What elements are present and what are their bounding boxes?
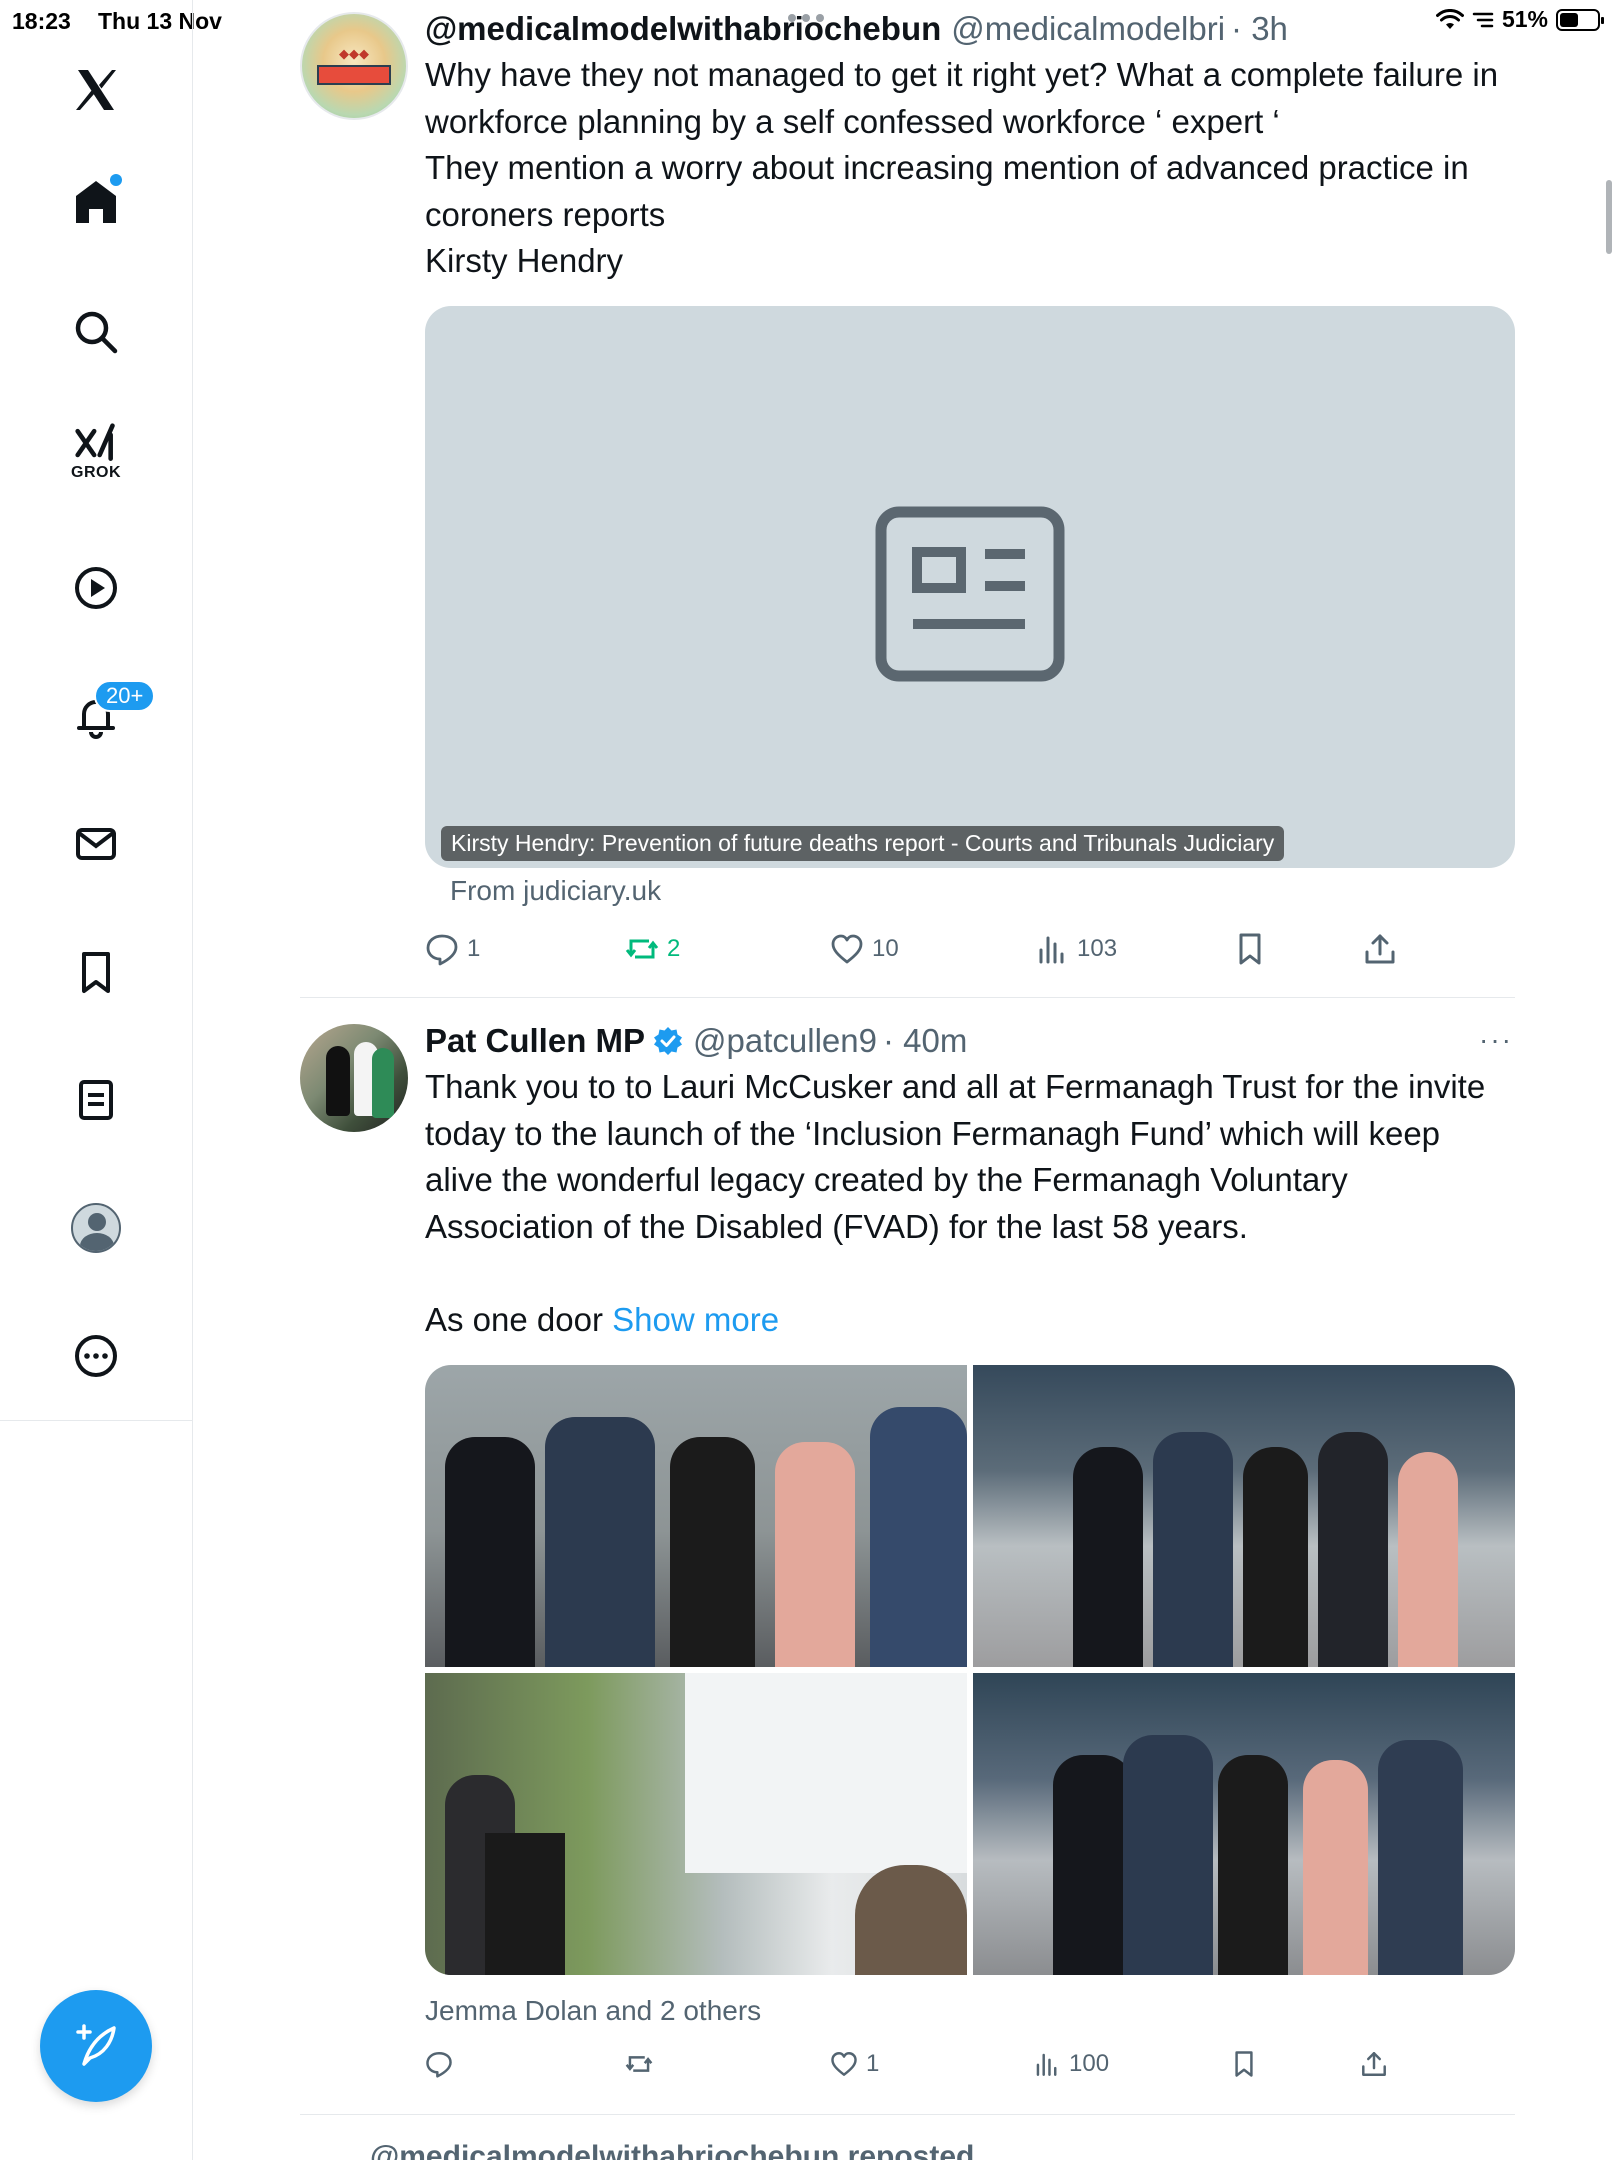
article-icon (875, 506, 1065, 682)
reply-count: 1 (467, 935, 481, 962)
views-chart-icon (1039, 936, 1064, 964)
author-avatar[interactable] (300, 1024, 408, 1132)
nav-messages[interactable] (56, 804, 136, 884)
view-count: 103 (1077, 935, 1118, 962)
bookmark-icon (82, 952, 110, 993)
heart-icon (831, 2052, 857, 2076)
mail-icon (76, 828, 116, 860)
photo-3[interactable] (425, 1673, 967, 1975)
views-button[interactable]: 103 (1035, 932, 1117, 966)
tweet-time[interactable]: · 40m (883, 1022, 967, 1060)
link-card[interactable]: Kirsty Hendry: Prevention of future deat… (425, 306, 1515, 868)
nav-video[interactable] (56, 548, 136, 628)
profile-avatar (71, 1203, 121, 1253)
sidebar-nav: GROK 20+ (0, 0, 193, 2160)
nav-home[interactable] (56, 162, 136, 242)
reply-button[interactable] (425, 2050, 461, 2078)
sidebar-divider (0, 1420, 193, 1421)
more-circle-icon (75, 1335, 117, 1377)
views-button[interactable]: 100 (1033, 2050, 1109, 2078)
share-icon (1362, 2052, 1386, 2076)
avatar-artwork: ◆◆◆ (339, 46, 369, 62)
bookmark-icon (1235, 2051, 1253, 2077)
nav-bookmarks[interactable] (56, 932, 136, 1012)
link-card-title: Kirsty Hendry: Prevention of future deat… (441, 826, 1285, 861)
photo-grid (425, 1365, 1515, 1975)
tweet-body: @medicalmodelwithabriochebun @medicalmod… (425, 6, 1515, 285)
list-icon (79, 1080, 113, 1120)
repost-icon (625, 2056, 653, 2072)
reply-icon (426, 934, 458, 966)
battery-icon (1556, 8, 1604, 31)
repost-count: 2 (667, 935, 681, 962)
like-count: 1 (866, 2050, 880, 2077)
battery-fill (1560, 12, 1579, 27)
tweet[interactable]: Pat Cullen MP @patcullen9 · 40m ··· Than… (300, 1000, 1515, 2115)
reply-icon (426, 2052, 452, 2078)
view-count: 100 (1069, 2050, 1110, 2077)
repost-button[interactable] (625, 2050, 661, 2078)
bookmark-button[interactable] (1233, 932, 1267, 966)
like-button[interactable]: 10 (830, 932, 899, 966)
views-chart-icon (1036, 2053, 1057, 2076)
feather-plus-icon (76, 2024, 116, 2066)
like-button[interactable]: 1 (830, 2050, 879, 2078)
like-count: 10 (872, 935, 899, 962)
nav-grok[interactable]: GROK (56, 412, 136, 492)
nav-profile[interactable] (56, 1188, 136, 1268)
tweet-actions: 1 100 (425, 2050, 1425, 2090)
bookmark-icon (1239, 933, 1261, 965)
more-options-icon[interactable]: ··· (1479, 1024, 1513, 1056)
tweet[interactable]: ◆◆◆ @medicalmodelwithabriochebun @medica… (300, 0, 1515, 998)
reply-button[interactable]: 1 (425, 932, 480, 966)
tweet-body: Pat Cullen MP @patcullen9 · 40m ··· Than… (425, 1018, 1515, 1343)
liked-by-text[interactable]: Jemma Dolan and 2 others (425, 1995, 761, 2027)
photo-2[interactable] (973, 1365, 1515, 1667)
share-icon (1365, 934, 1395, 964)
nav-more[interactable] (56, 1316, 136, 1396)
home-unread-dot (110, 174, 122, 186)
verified-badge-icon (654, 1027, 683, 1055)
nav-explore[interactable] (56, 292, 136, 372)
reposted-by-text[interactable]: @medicalmodelwithabriochebun reposted (370, 2140, 974, 2160)
tweet-header: Pat Cullen MP @patcullen9 · 40m (425, 1018, 1515, 1064)
heart-icon (831, 934, 863, 964)
author-name[interactable]: @medicalmodelwithabriochebun (425, 10, 941, 48)
author-name[interactable]: Pat Cullen MP (425, 1022, 645, 1060)
tweet-text: Why have they not managed to get it righ… (425, 56, 1499, 279)
tweet-time[interactable]: · 3h (1231, 10, 1288, 48)
tweet-text-body: Thank you to to Lauri McCusker and all a… (425, 1068, 1486, 1338)
grok-icon (75, 423, 115, 461)
tweet-actions: 1 2 10 103 (425, 932, 1425, 972)
bookmark-button[interactable] (1230, 2050, 1258, 2078)
play-circle-icon (75, 567, 117, 609)
repost-button[interactable]: 2 (625, 932, 680, 966)
tweet-text: Thank you to to Lauri McCusker and all a… (425, 1064, 1515, 1343)
compose-post-button[interactable] (40, 1990, 152, 2102)
feed-scrollbar[interactable] (1606, 180, 1612, 254)
show-more-link[interactable]: Show more (612, 1301, 779, 1338)
photo-1[interactable] (425, 1365, 967, 1667)
author-handle[interactable]: @patcullen9 (693, 1022, 877, 1060)
link-card-source[interactable]: From judiciary.uk (450, 875, 661, 907)
photo-4[interactable] (973, 1673, 1515, 1975)
x-logo-icon[interactable] (56, 50, 136, 130)
grok-label: GROK (71, 464, 121, 481)
tweet-header: @medicalmodelwithabriochebun @medicalmod… (425, 6, 1515, 52)
share-button[interactable] (1363, 932, 1397, 966)
notifications-badge: 20+ (94, 680, 156, 712)
avatar-artwork-box (317, 64, 391, 85)
repost-icon (625, 939, 659, 959)
author-avatar[interactable]: ◆◆◆ (300, 12, 408, 120)
search-icon (75, 311, 118, 354)
nav-lists[interactable] (56, 1060, 136, 1140)
share-button[interactable] (1360, 2050, 1388, 2078)
nav-notifications[interactable]: 20+ (56, 676, 156, 756)
author-handle[interactable]: @medicalmodelbri (951, 10, 1225, 48)
